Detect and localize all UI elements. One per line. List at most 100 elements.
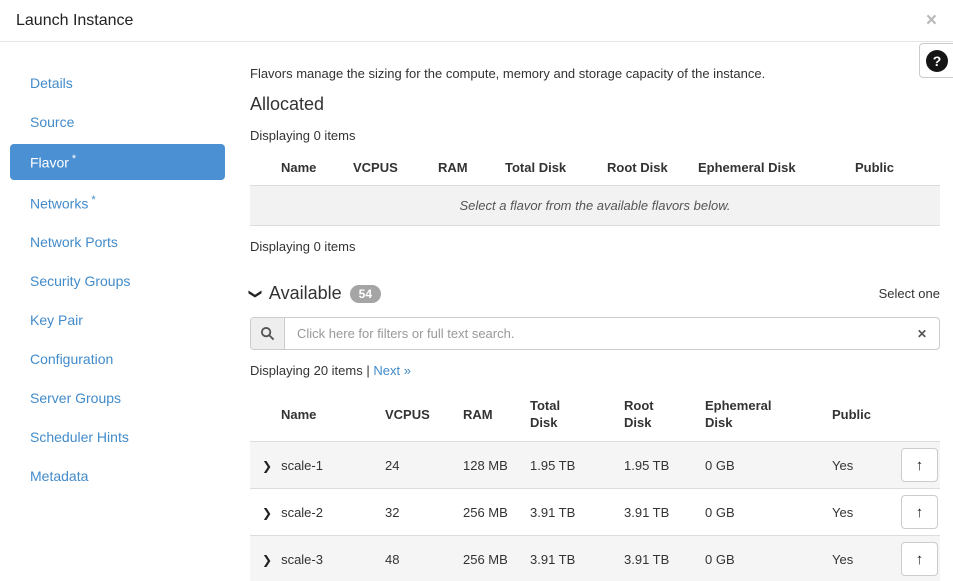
allocated-empty-row: Select a flavor from the available flavo… xyxy=(250,186,940,226)
sidebar-item-networks[interactable]: Networks* xyxy=(10,185,225,221)
flavor-row-scale-2: ❯scale-2 32 256 MB 3.91 TB 3.91 TB 0 GB … xyxy=(250,489,940,536)
column-header-public: Public xyxy=(855,151,940,186)
chevron-right-icon[interactable]: ❯ xyxy=(262,553,272,567)
sidebar-item-label: Source xyxy=(30,114,74,130)
column-header-name: Name xyxy=(250,151,353,186)
sidebar-item-metadata[interactable]: Metadata xyxy=(10,459,225,493)
sidebar-item-security-groups[interactable]: Security Groups xyxy=(10,264,225,298)
sidebar-item-label: Security Groups xyxy=(30,273,130,289)
flavor-vcpus: 32 xyxy=(385,489,463,536)
flavor-vcpus: 48 xyxy=(385,536,463,581)
flavor-name: scale-2 xyxy=(281,505,323,520)
flavor-public: Yes xyxy=(832,442,898,489)
column-header-vcpus: VCPUS xyxy=(353,151,438,186)
step-description: Flavors manage the sizing for the comput… xyxy=(250,66,940,81)
sidebar-item-flavor[interactable]: Flavor* xyxy=(10,144,225,180)
launch-instance-modal: Launch Instance × ? Details Source Flavo… xyxy=(0,0,953,581)
sidebar-item-server-groups[interactable]: Server Groups xyxy=(10,381,225,415)
up-arrow-icon: ↑ xyxy=(916,504,924,521)
sidebar-item-label: Networks xyxy=(30,195,88,211)
flavor-ram: 128 MB xyxy=(463,442,530,489)
chevron-down-icon[interactable]: ❯ xyxy=(247,288,263,299)
wizard-sidebar: Details Source Flavor* Networks* Network… xyxy=(0,42,250,581)
column-header-actions xyxy=(898,387,940,442)
help-icon: ? xyxy=(926,50,948,72)
column-header-name: Name xyxy=(250,387,385,442)
sidebar-item-label: Flavor xyxy=(30,155,69,171)
next-page-link[interactable]: Next » xyxy=(373,363,411,378)
column-header-total-disk: Total Disk xyxy=(505,151,607,186)
flavor-ram: 256 MB xyxy=(463,489,530,536)
column-header-public: Public xyxy=(832,387,898,442)
modal-title: Launch Instance xyxy=(16,12,133,30)
allocated-count-bottom: Displaying 0 items xyxy=(250,239,940,254)
allocate-flavor-button[interactable]: ↑ xyxy=(901,448,938,482)
column-header-vcpus: VCPUS xyxy=(385,387,463,442)
sidebar-item-scheduler-hints[interactable]: Scheduler Hints xyxy=(10,420,225,454)
allocated-count-top: Displaying 0 items xyxy=(250,128,940,143)
up-arrow-icon: ↑ xyxy=(916,551,924,568)
required-marker: * xyxy=(72,153,76,165)
required-marker: * xyxy=(91,194,95,206)
column-header-root-disk: Root Disk xyxy=(624,387,705,442)
modal-header: Launch Instance × xyxy=(0,0,953,42)
flavor-public: Yes xyxy=(832,536,898,581)
flavor-public: Yes xyxy=(832,489,898,536)
search-input[interactable] xyxy=(285,318,905,349)
flavor-ephemeral-disk: 0 GB xyxy=(705,536,832,581)
up-arrow-icon: ↑ xyxy=(916,457,924,474)
sidebar-item-label: Configuration xyxy=(30,351,113,367)
flavor-row-scale-3: ❯scale-3 48 256 MB 3.91 TB 3.91 TB 0 GB … xyxy=(250,536,940,581)
flavor-root-disk: 3.91 TB xyxy=(624,489,705,536)
flavor-row-scale-1: ❯scale-1 24 128 MB 1.95 TB 1.95 TB 0 GB … xyxy=(250,442,940,489)
allocated-table: Name VCPUS RAM Total Disk Root Disk Ephe… xyxy=(250,151,940,226)
flavor-vcpus: 24 xyxy=(385,442,463,489)
flavor-total-disk: 3.91 TB xyxy=(530,489,624,536)
column-header-total-disk: Total Disk xyxy=(530,387,624,442)
available-header-row: Name VCPUS RAM Total Disk Root Disk Ephe… xyxy=(250,387,940,442)
search-icon[interactable] xyxy=(251,318,285,349)
close-icon[interactable]: × xyxy=(926,11,937,30)
available-count-badge: 54 xyxy=(350,285,381,303)
modal-body: Details Source Flavor* Networks* Network… xyxy=(0,42,953,581)
chevron-right-icon[interactable]: ❯ xyxy=(262,459,272,473)
flavor-ephemeral-disk: 0 GB xyxy=(705,489,832,536)
sidebar-item-network-ports[interactable]: Network Ports xyxy=(10,225,225,259)
sidebar-item-label: Network Ports xyxy=(30,234,118,250)
sidebar-item-configuration[interactable]: Configuration xyxy=(10,342,225,376)
available-heading: Available xyxy=(269,283,342,304)
flavor-root-disk: 1.95 TB xyxy=(624,442,705,489)
flavor-root-disk: 3.91 TB xyxy=(624,536,705,581)
available-table: Name VCPUS RAM Total Disk Root Disk Ephe… xyxy=(250,387,940,581)
select-one-hint: Select one xyxy=(879,286,940,301)
chevron-right-icon[interactable]: ❯ xyxy=(262,506,272,520)
flavor-total-disk: 3.91 TB xyxy=(530,536,624,581)
flavor-total-disk: 1.95 TB xyxy=(530,442,624,489)
available-section-header: ❯ Available 54 Select one xyxy=(250,283,940,304)
filter-search-bar: ✕ xyxy=(250,317,940,350)
count-separator: | xyxy=(366,363,369,378)
sidebar-item-details[interactable]: Details xyxy=(10,66,225,100)
flavor-step-content: Flavors manage the sizing for the comput… xyxy=(250,42,953,581)
sidebar-item-source[interactable]: Source xyxy=(10,105,225,139)
sidebar-item-label: Details xyxy=(30,75,73,91)
available-count-line: Displaying 20 items | Next » xyxy=(250,363,940,378)
column-header-ephemeral-disk: Ephemeral Disk xyxy=(705,387,832,442)
allocated-empty-message: Select a flavor from the available flavo… xyxy=(250,186,940,226)
flavor-ram: 256 MB xyxy=(463,536,530,581)
sidebar-item-label: Metadata xyxy=(30,468,88,484)
allocated-header-row: Name VCPUS RAM Total Disk Root Disk Ephe… xyxy=(250,151,940,186)
column-header-root-disk: Root Disk xyxy=(607,151,698,186)
help-button[interactable]: ? xyxy=(919,43,953,78)
allocated-heading: Allocated xyxy=(250,94,940,115)
sidebar-item-label: Server Groups xyxy=(30,390,121,406)
sidebar-item-label: Scheduler Hints xyxy=(30,429,129,445)
allocate-flavor-button[interactable]: ↑ xyxy=(901,495,938,529)
flavor-name: scale-1 xyxy=(281,458,323,473)
available-count-text: Displaying 20 items xyxy=(250,363,363,378)
sidebar-item-key-pair[interactable]: Key Pair xyxy=(10,303,225,337)
column-header-ephemeral-disk: Ephemeral Disk xyxy=(698,151,855,186)
search-clear-icon[interactable]: ✕ xyxy=(905,318,939,349)
sidebar-item-label: Key Pair xyxy=(30,312,83,328)
allocate-flavor-button[interactable]: ↑ xyxy=(901,542,938,576)
